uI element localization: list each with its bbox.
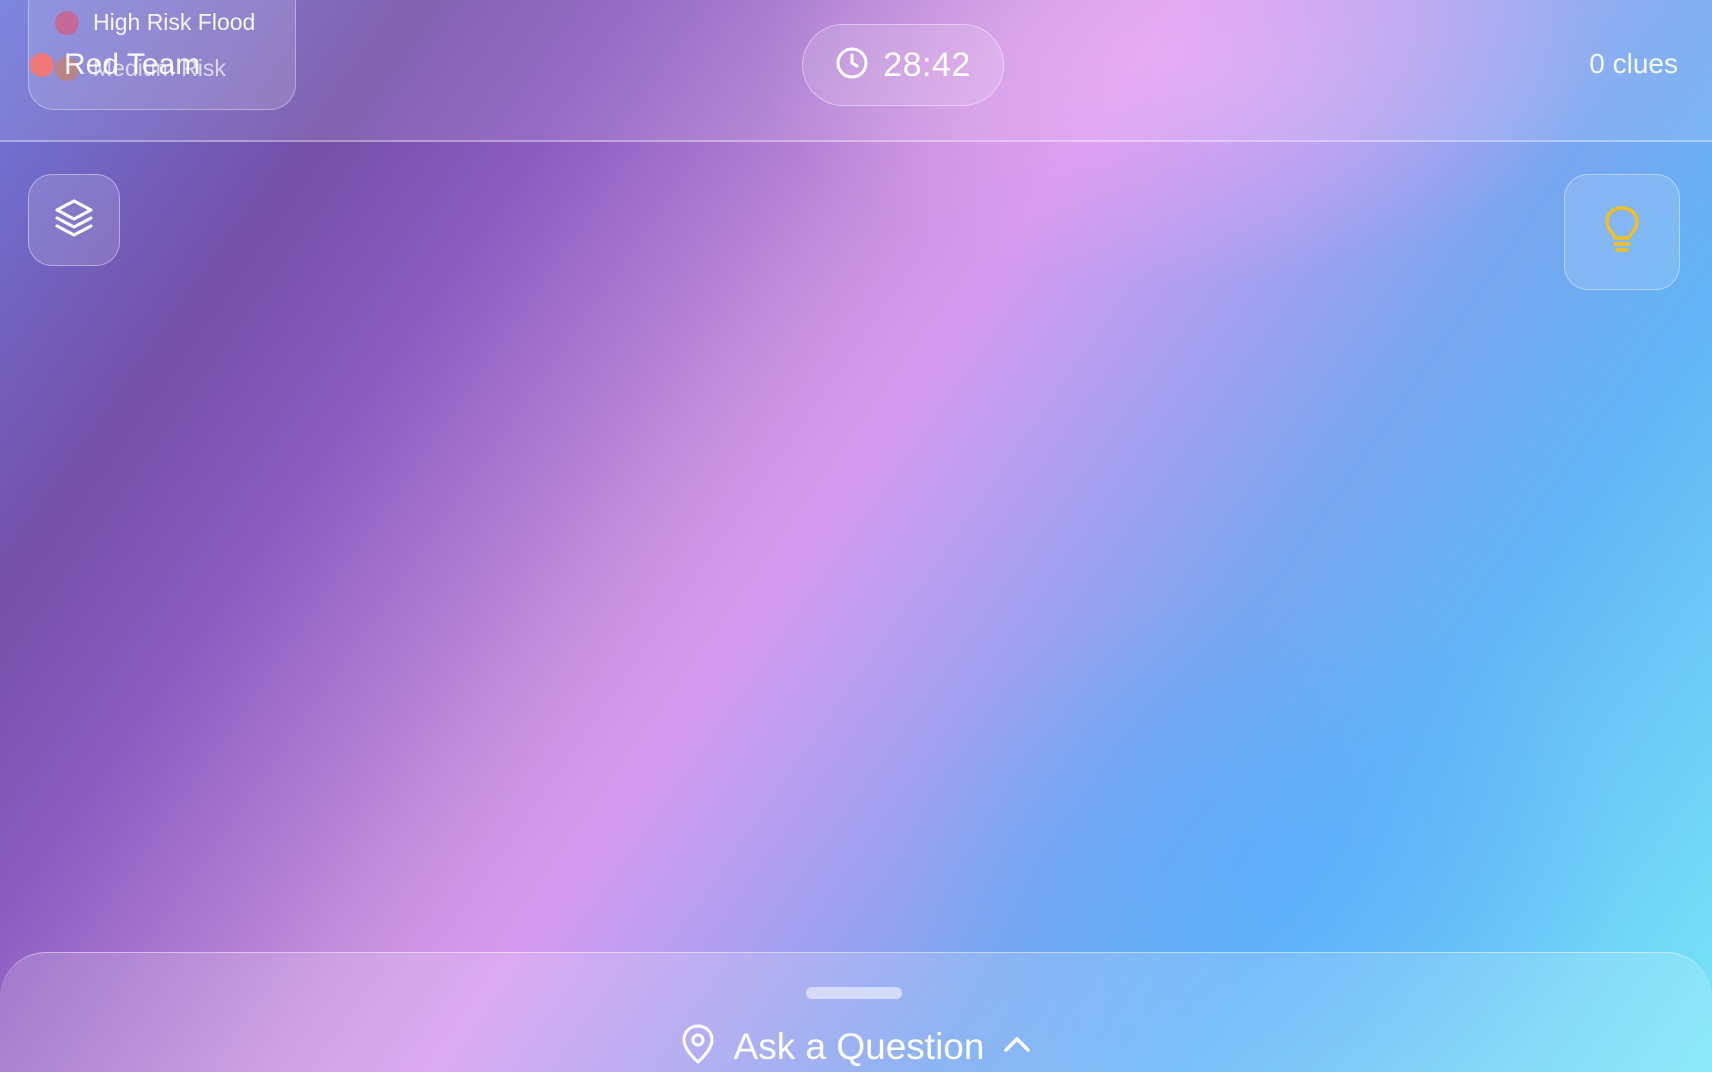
lightbulb-icon xyxy=(1602,204,1642,261)
map-background[interactable]: High Risk Flood Medium Risk Red Team 28:… xyxy=(0,0,1712,1072)
clock-icon xyxy=(835,46,869,85)
chevron-up-icon xyxy=(1002,1033,1032,1060)
hint-button[interactable] xyxy=(1564,174,1680,290)
top-bar: High Risk Flood Medium Risk Red Team 28:… xyxy=(0,0,1712,142)
legend-item-high-risk: High Risk Flood xyxy=(55,9,255,36)
layers-icon xyxy=(53,197,95,244)
ask-question-label: Ask a Question xyxy=(733,1025,985,1067)
ask-question-sheet[interactable]: Ask a Question xyxy=(0,952,1712,1072)
team-indicator: Red Team xyxy=(30,48,200,82)
team-name: Red Team xyxy=(64,48,201,81)
layers-button[interactable] xyxy=(28,174,120,266)
ask-question-button[interactable]: Ask a Question xyxy=(0,1023,1712,1070)
timer-pill: 28:42 xyxy=(802,24,1004,106)
clue-count: 0 clues xyxy=(1589,48,1678,79)
timer-value: 28:42 xyxy=(883,45,971,84)
sheet-drag-handle[interactable] xyxy=(806,987,902,999)
legend-label-high-risk: High Risk Flood xyxy=(93,9,256,35)
map-pin-icon xyxy=(680,1023,716,1070)
team-color-dot xyxy=(30,53,54,77)
legend-dot-high-risk xyxy=(55,10,79,35)
